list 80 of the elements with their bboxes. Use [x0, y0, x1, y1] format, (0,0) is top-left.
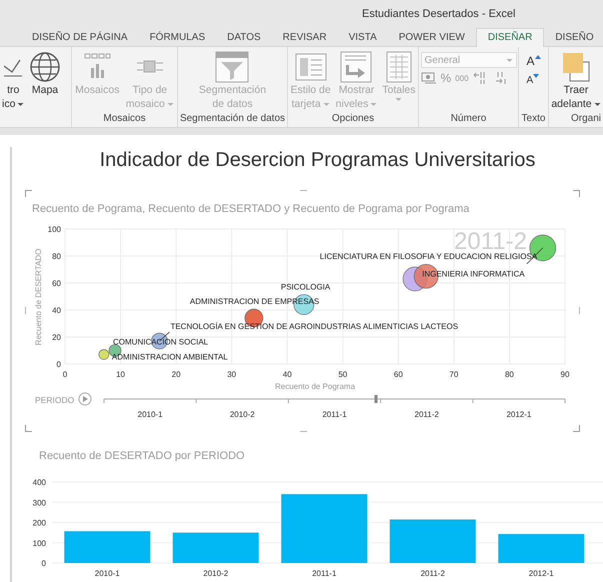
- axis-tick-label: 20: [52, 333, 61, 342]
- axis-tick-label: 400: [32, 478, 46, 487]
- resize-handle[interactable]: [300, 190, 307, 191]
- chart-title: Recuento de DESERTADO por PERIODO: [38, 449, 246, 463]
- axis-tick-label: 30: [227, 370, 236, 379]
- axis-tick-label: 200: [32, 518, 46, 528]
- timeline-label: 2011-2: [414, 410, 439, 419]
- card-style-icon: [294, 52, 327, 82]
- axis-tick-label: 100: [48, 225, 61, 234]
- axis-tick-label: 60: [52, 279, 61, 288]
- axis-tick-label: 2012-1: [528, 569, 554, 578]
- timeline-label: 2010-1: [138, 410, 163, 419]
- data-label: TECNOLOGÍA EN GESTION DE AGROINDUSTRIAS ALIMENTICIAS LACTEOS: [170, 322, 458, 332]
- group-label: Organi: [570, 112, 602, 126]
- window-title: Estudiantes Desertados - Excel: [362, 8, 516, 20]
- axis-tick-label: 50: [338, 370, 348, 379]
- play-button[interactable]: [78, 392, 92, 406]
- slicer-icon: [215, 50, 250, 82]
- axis-tick-label: 0: [62, 370, 68, 379]
- group-label: Mosaicos: [102, 112, 147, 126]
- axis-tick-label: 40: [52, 306, 61, 315]
- axis-tick-label: 0: [56, 360, 61, 369]
- axis-tick-label: 20: [172, 370, 181, 379]
- caret-icon: [506, 58, 512, 62]
- ribbon-button[interactable]: Traer adelante: [549, 47, 603, 111]
- timeline-label: 2011-1: [322, 410, 347, 419]
- ribbon-button[interactable]: Mapa: [27, 47, 63, 97]
- ribbon-tab[interactable]: REVISAR: [272, 28, 338, 46]
- axis-tick-label: 2010-1: [94, 569, 120, 578]
- group-label: Opciones: [330, 112, 376, 126]
- group-label: Segmentación de datos: [178, 112, 286, 126]
- timeline-label: 2012-1: [506, 410, 532, 419]
- resize-handle[interactable]: [25, 425, 32, 432]
- axis-title: Recuento de DESERTADO: [34, 248, 43, 346]
- levels-icon: [340, 50, 372, 82]
- triangle-icon: [533, 74, 540, 78]
- currency-icon: [420, 72, 436, 84]
- group-label: Texto: [520, 112, 546, 126]
- timeline-label: 2010-2: [230, 410, 255, 419]
- resize-handle[interactable]: [300, 431, 307, 432]
- group-label: Número: [450, 112, 488, 126]
- ribbon-tab[interactable]: DATOS: [216, 28, 272, 46]
- ribbon-tab[interactable]: DISEÑO: [544, 28, 603, 46]
- axis-tick-label: 90: [560, 370, 570, 379]
- ribbon-tab[interactable]: DISEÑO DE PÁGINA: [21, 28, 139, 46]
- axis-tick-label: 2010-2: [203, 569, 228, 578]
- chart-title: Recuento de Pograma, Recuento de DESERTADO y Recuento de Pograma por Pograma: [31, 202, 470, 216]
- axis-tick-label: 10: [116, 370, 125, 379]
- triangle-icon: [534, 55, 540, 59]
- axis-tick-label: 80: [52, 252, 61, 261]
- resize-handle[interactable]: [25, 190, 32, 197]
- axis-tick-label: 60: [394, 370, 403, 379]
- resize-handle[interactable]: [579, 307, 580, 314]
- axis-tick-label: 2011-1: [312, 569, 336, 578]
- axis-tick-label: 0: [42, 559, 46, 568]
- axis-tick-label: 300: [32, 498, 46, 508]
- axis-title: Recuento de Pograma: [274, 382, 356, 391]
- ribbon-button[interactable]: tro ico: [0, 47, 26, 111]
- resize-handle[interactable]: [573, 190, 580, 197]
- totals-icon: [386, 50, 412, 82]
- ribbon-tab[interactable]: FÓRMULAS: [138, 28, 216, 46]
- data-label: PSICOLOGIA: [280, 282, 330, 292]
- ribbon-tab[interactable]: POWER VIEW: [388, 28, 476, 46]
- axis-tick-label: 100: [32, 538, 46, 548]
- timeline-thumb[interactable]: [374, 395, 378, 403]
- bring-forward-icon: [560, 50, 591, 82]
- globe-icon: [29, 50, 61, 82]
- ribbon-tab[interactable]: DISEÑAR: [476, 28, 544, 47]
- axis-tick-label: 80: [505, 370, 514, 379]
- play-axis-label: PERIODO: [35, 395, 74, 405]
- axis-tick-label: 2011-2: [420, 569, 445, 578]
- report-title: Indicador de Desercion Programas Universitarios: [98, 148, 536, 173]
- resize-handle[interactable]: [25, 307, 26, 314]
- axis-tick-label: 40: [282, 370, 292, 379]
- grow-font-button[interactable]: A: [526, 55, 540, 68]
- shrink-font-button[interactable]: A: [526, 74, 540, 87]
- ribbon-tab[interactable]: VISTA: [338, 28, 388, 46]
- data-label: ADMINISTRACION AMBIENTAL: [112, 352, 228, 362]
- resize-handle[interactable]: [573, 425, 580, 432]
- axis-tick-label: 70: [449, 370, 458, 379]
